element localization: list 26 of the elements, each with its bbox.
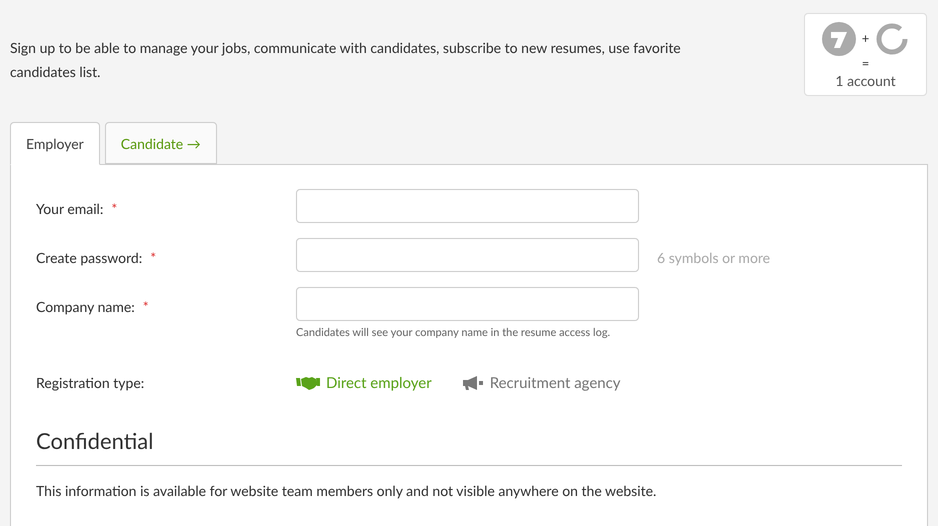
required-mark: * — [142, 297, 149, 317]
registration-option[interactable]: Recruitment agency — [462, 372, 621, 394]
section-text: This information is available for website team members only and not visible anywhere on the website. — [36, 481, 658, 501]
field-label: Company name: — [36, 297, 135, 317]
required-mark: * — [111, 199, 118, 219]
field-label: Your email: — [36, 199, 104, 219]
field-label: Registration type: — [36, 373, 146, 394]
section-heading: Confidential — [36, 424, 902, 466]
plus-sign: + — [862, 29, 870, 48]
registration-option[interactable]: Direct employer — [296, 372, 432, 394]
tab[interactable]: Employer — [10, 122, 100, 165]
field-hint: 6 symbols or more — [657, 248, 770, 268]
input-field[interactable] — [296, 189, 639, 223]
logo-icon — [822, 22, 856, 56]
equals-sign: = — [862, 56, 870, 70]
field-note: Candidates will see your company name in the resume access log. — [296, 325, 612, 341]
tab[interactable]: Candidate → — [104, 122, 217, 164]
input-field[interactable] — [296, 287, 639, 321]
intro-text: Sign up to be able to manage your jobs, communicate with candidates, subscribe to new resumes, use favorite candidates list. — [10, 38, 682, 82]
account-caption: 1 account — [835, 71, 896, 91]
field-label: Create password: — [36, 248, 142, 268]
required-mark: * — [150, 248, 156, 268]
handshake-icon — [296, 374, 320, 391]
input-field[interactable] — [296, 238, 639, 272]
megaphone-icon — [462, 374, 484, 391]
ring-icon — [875, 22, 910, 56]
